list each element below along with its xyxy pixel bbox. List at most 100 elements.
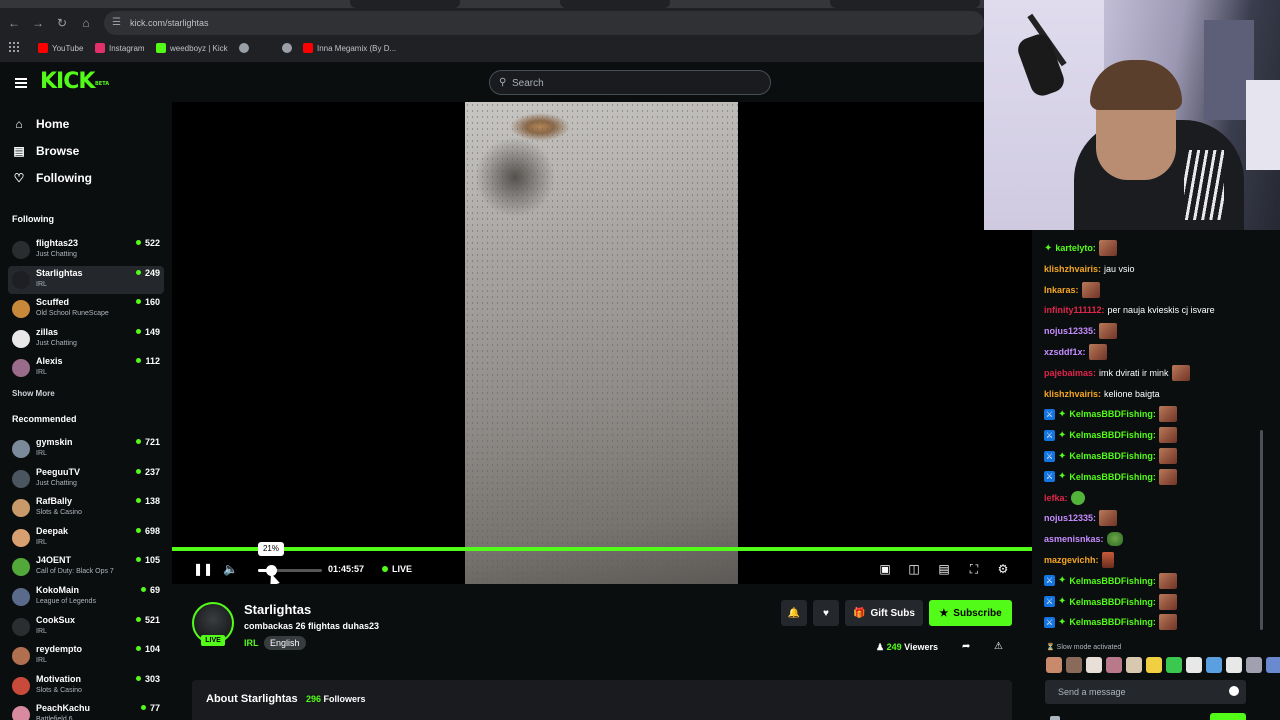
forward-icon[interactable]: → xyxy=(30,15,46,31)
chat-settings-icon[interactable] xyxy=(1050,716,1060,720)
chat-username[interactable]: KelmasBBDFishing: xyxy=(1069,451,1156,461)
chat-username[interactable]: KelmasBBDFishing: xyxy=(1069,430,1156,440)
quick-emote-icon[interactable] xyxy=(1186,657,1202,673)
quick-emote-icon[interactable] xyxy=(1266,657,1280,673)
progress-bar[interactable] xyxy=(172,547,1032,551)
menu-icon[interactable] xyxy=(15,78,27,88)
browser-tab[interactable] xyxy=(560,0,670,8)
chat-username[interactable]: xzsddf1x: xyxy=(1044,347,1086,357)
site-settings-icon[interactable]: ☰ xyxy=(112,15,121,31)
sidebar-channel[interactable]: Motivation Slots & Casino 303 xyxy=(8,672,164,700)
chat-username[interactable]: mazgevichh: xyxy=(1044,555,1099,565)
quick-emote-icon[interactable] xyxy=(1146,657,1162,673)
bookmark-item[interactable]: YouTube xyxy=(38,41,83,55)
quick-emote-icon[interactable] xyxy=(1106,657,1122,673)
mini-player-icon[interactable]: ▣ xyxy=(878,562,892,576)
chat-username[interactable]: KelmasBBDFishing: xyxy=(1069,576,1156,586)
live-indicator[interactable]: LIVE xyxy=(382,564,412,574)
chat-username[interactable]: KelmasBBDFishing: xyxy=(1069,472,1156,482)
sidebar-channel[interactable]: Scuffed Old School RuneScape 160 xyxy=(8,295,164,323)
chat-username[interactable]: infinity111112: xyxy=(1044,305,1105,315)
site-header: KICK BETA ⚲ Search xyxy=(0,62,1032,102)
quick-emote-icon[interactable] xyxy=(1246,657,1262,673)
show-more-button[interactable]: Show More xyxy=(12,389,55,398)
chat-username[interactable]: nojus12335: xyxy=(1044,326,1096,336)
sidebar-channel[interactable]: gymskin IRL 721 xyxy=(8,435,164,463)
chat-username[interactable]: KelmasBBDFishing: xyxy=(1069,617,1156,627)
back-icon[interactable]: ← xyxy=(6,15,22,31)
sidebar-channel[interactable]: reydempto IRL 104 xyxy=(8,642,164,670)
chat-username[interactable]: klishzhvairis: xyxy=(1044,389,1101,399)
follow-button[interactable]: ♥ xyxy=(813,600,839,626)
fullscreen-icon[interactable]: ⛶ xyxy=(967,562,981,576)
sidebar-channel[interactable]: Deepak IRL 698 xyxy=(8,524,164,552)
reload-icon[interactable]: ↻ xyxy=(54,15,70,31)
chat-input[interactable]: Send a message xyxy=(1045,680,1246,704)
chat-username[interactable]: kartelyto: xyxy=(1055,243,1096,253)
chat-username[interactable]: nojus12335: xyxy=(1044,513,1096,523)
sidebar-channel[interactable]: J4OENT Call of Duty: Black Ops 7 105 xyxy=(8,553,164,581)
theater-mode-icon[interactable]: ▤ xyxy=(937,562,951,576)
quick-emote-icon[interactable] xyxy=(1206,657,1222,673)
notification-bell-button[interactable]: 🔔 xyxy=(781,600,807,626)
volume-slider[interactable] xyxy=(258,565,322,576)
browser-tab[interactable] xyxy=(830,0,980,8)
quick-emote-icon[interactable] xyxy=(1126,657,1142,673)
sidebar-channel[interactable]: flightas23 Just Chatting 522 xyxy=(8,236,164,264)
chat-username[interactable]: klishzhvairis: xyxy=(1044,264,1101,274)
chat-scrollbar[interactable] xyxy=(1260,430,1263,630)
language-tag[interactable]: English xyxy=(264,636,306,650)
report-icon[interactable]: ⚠ xyxy=(994,641,1003,652)
quick-emote-icon[interactable] xyxy=(1086,657,1102,673)
sidebar-channel[interactable]: KokoMain League of Legends 69 xyxy=(8,583,164,611)
sidebar-channel[interactable]: PeachKachu Battlefield 6 77 xyxy=(8,701,164,720)
volume-icon[interactable]: 🔈 xyxy=(223,562,238,576)
nav-item-home[interactable]: ⌂ Home xyxy=(12,114,69,134)
chat-username[interactable]: asmenisnkas: xyxy=(1044,534,1104,544)
bookmark-item[interactable] xyxy=(282,41,292,55)
home-browser-icon[interactable]: ⌂ xyxy=(78,15,94,31)
sidebar-channel[interactable]: PeeguuTV Just Chatting 237 xyxy=(8,465,164,493)
quick-emote-icon[interactable] xyxy=(1166,657,1182,673)
nav-item-following[interactable]: ♡ Following xyxy=(12,168,92,188)
chat-username[interactable]: KelmasBBDFishing: xyxy=(1069,597,1156,607)
chat-username[interactable]: Inkaras: xyxy=(1044,285,1079,295)
streamer-name[interactable]: Starlightas xyxy=(244,602,311,617)
quick-emote-icon[interactable] xyxy=(1066,657,1082,673)
channel-name: PeachKachu xyxy=(36,703,91,714)
moderator-badge-icon: ⚔ xyxy=(1044,450,1055,462)
chat-username[interactable]: KelmasBBDFishing: xyxy=(1069,409,1156,419)
sidebar-channel[interactable]: zillas Just Chatting 149 xyxy=(8,325,164,353)
pause-icon[interactable]: ❚❚ xyxy=(193,562,213,576)
settings-gear-icon[interactable]: ⚙ xyxy=(996,562,1010,576)
search-input[interactable]: ⚲ Search xyxy=(489,70,771,95)
emoji-picker-icon[interactable] xyxy=(1229,686,1239,696)
gift-subs-button[interactable]: 🎁 Gift Subs xyxy=(845,600,923,626)
channel-name: J4OENT xyxy=(36,555,72,566)
bookmark-item[interactable] xyxy=(239,41,249,55)
chat-emote-icon xyxy=(1158,468,1177,485)
chat-username[interactable]: pajebaimas: xyxy=(1044,368,1096,378)
sidebar-channel[interactable]: Starlightas IRL 249 xyxy=(8,265,164,294)
subscribe-button[interactable]: ★ Subscribe xyxy=(929,600,1012,626)
chat-send-button[interactable] xyxy=(1210,713,1246,720)
browser-tab[interactable] xyxy=(350,0,460,8)
sidebar-channel[interactable]: Alexis IRL 112 xyxy=(8,354,164,382)
share-icon[interactable]: ➦ xyxy=(962,641,970,652)
clip-icon[interactable]: ◫ xyxy=(907,562,921,576)
bookmark-item[interactable]: Inna Megamix (By D... xyxy=(303,41,396,55)
nav-item-browse[interactable]: ▤ Browse xyxy=(12,141,79,161)
chat-panel: ✦ kartelyto: klishzhvairis: jau vsio Inkaras… xyxy=(1032,230,1280,720)
bookmark-item[interactable]: weedboyz | Kick xyxy=(156,41,228,55)
quick-emote-icon[interactable] xyxy=(1226,657,1242,673)
channel-category: IRL xyxy=(36,280,47,288)
video-player[interactable]: ❚❚ 🔈 21% 01:45:57 LIVE ▣ ◫ ▤ ⛶ ⚙ xyxy=(172,102,1032,584)
quick-emote-icon[interactable] xyxy=(1046,657,1062,673)
address-bar[interactable]: ☰ kick.com/starlightas xyxy=(104,11,984,35)
sidebar-channel[interactable]: RafBally Slots & Casino 138 xyxy=(8,494,164,522)
kick-logo[interactable]: KICK BETA xyxy=(40,70,109,94)
sidebar-channel[interactable]: CookSux IRL 521 xyxy=(8,613,164,641)
stream-category[interactable]: IRL xyxy=(244,638,259,648)
chat-username[interactable]: lefka: xyxy=(1044,493,1068,503)
bookmark-item[interactable]: Instagram xyxy=(95,41,145,55)
